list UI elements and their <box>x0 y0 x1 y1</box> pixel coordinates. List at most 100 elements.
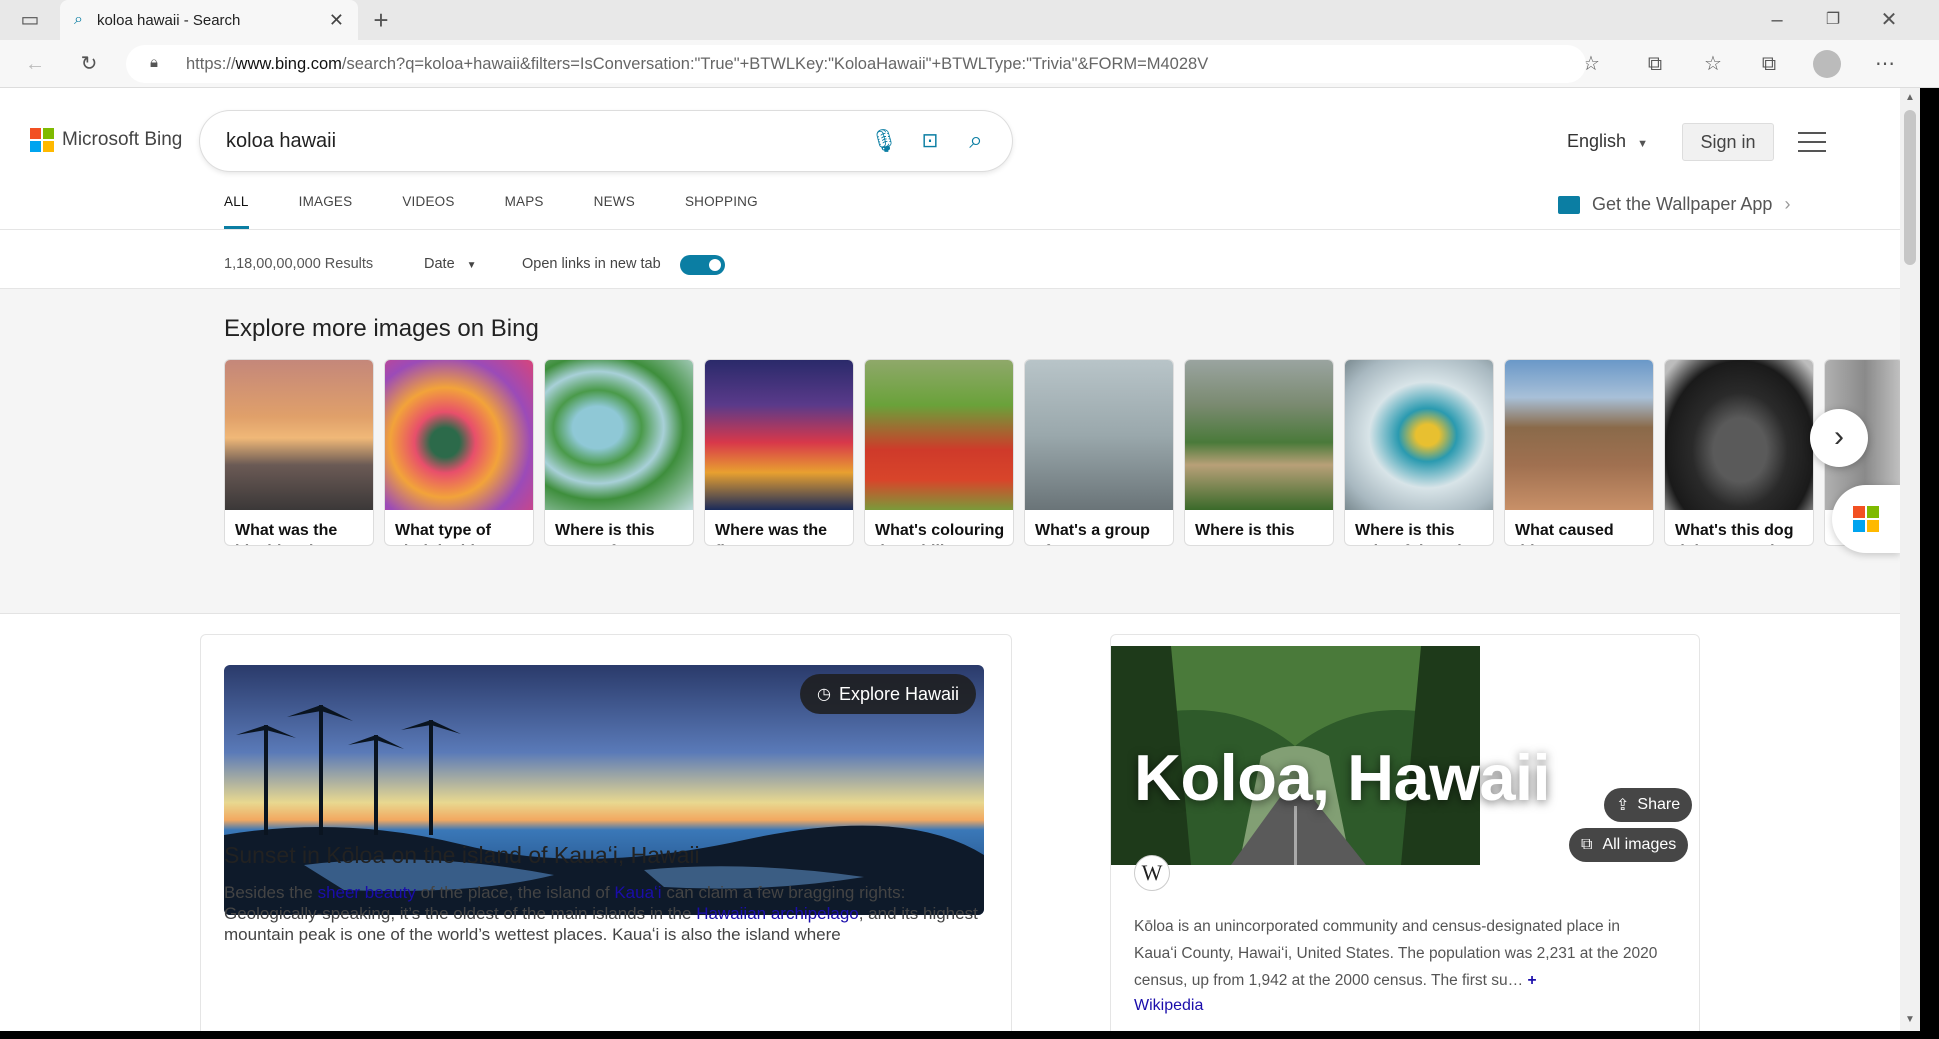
microsoft-start-button[interactable] <box>1832 485 1900 553</box>
image-card[interactable]: Where is this mangrove forest? <box>1184 359 1334 546</box>
profile-avatar[interactable] <box>1813 50 1841 78</box>
card-image <box>225 360 373 510</box>
lock-icon: 🔒︎ <box>150 54 158 71</box>
url-prefix: https:// <box>186 54 236 73</box>
microsoft-logo-icon <box>30 128 54 152</box>
chevron-right-icon: › <box>1784 194 1791 214</box>
back-icon[interactable]: ← <box>20 49 50 79</box>
url-field[interactable]: 🔒︎ https://www.bing.com/search?q=koloa+h… <box>126 45 1586 83</box>
explore-images-section: Explore more images on Bing What was the… <box>0 289 1900 614</box>
collections-icon[interactable]: ⧉ <box>1754 49 1784 79</box>
url-domain: www.bing.com <box>235 54 342 73</box>
tab-images[interactable]: IMAGES <box>299 194 353 229</box>
language-selector[interactable]: English ▼ <box>1567 131 1648 152</box>
expand-more-button[interactable]: + <box>1527 972 1536 989</box>
tab-maps[interactable]: MAPS <box>505 194 544 229</box>
scroll-down-icon[interactable]: ▼ <box>1905 1014 1915 1025</box>
search-query[interactable]: koloa hawaii <box>226 130 336 153</box>
wallpaper-app-icon <box>1558 195 1580 214</box>
search-scope-tabs: ALL IMAGES VIDEOS MAPS NEWS SHOPPING <box>224 194 808 229</box>
search-icon: ⌕ <box>74 11 83 28</box>
sign-in-button[interactable]: Sign in <box>1682 123 1774 161</box>
card-caption: What caused this crater? <box>1515 522 1614 545</box>
wikipedia-icon[interactable]: W <box>1134 855 1170 891</box>
card-image <box>865 360 1013 510</box>
wallpaper-app-link[interactable]: Get the Wallpaper App › <box>1558 194 1790 215</box>
card-image <box>1025 360 1173 510</box>
snippet-link[interactable]: Kauaʻi <box>614 883 661 902</box>
card-caption: Where is this colourful pool? <box>1355 522 1471 545</box>
open-new-tab-toggle[interactable] <box>680 255 725 275</box>
wallpaper-app-label: Get the Wallpaper App <box>1592 194 1773 214</box>
more-menu-icon[interactable]: ⋯ <box>1870 49 1900 79</box>
chevron-down-icon: ▼ <box>466 260 477 271</box>
bing-logo[interactable]: Microsoft Bing <box>30 128 182 152</box>
share-icon: ⇪ <box>1616 797 1630 814</box>
minimize-icon[interactable]: – <box>1762 5 1792 35</box>
section-title: Explore more images on Bing <box>224 315 539 342</box>
all-images-button[interactable]: ⧉ All images <box>1569 828 1689 862</box>
search-icon[interactable]: ⌕ <box>960 125 992 157</box>
knowledge-panel-title: Koloa, Hawaii <box>1134 741 1551 814</box>
card-image <box>1505 360 1653 510</box>
snippet-link[interactable]: sheer beauty <box>318 883 416 902</box>
share-button[interactable]: ⇪ Share <box>1604 788 1693 822</box>
logo-text: Microsoft Bing <box>62 129 183 150</box>
image-card[interactable]: Where was the first US state fair? <box>704 359 854 546</box>
card-image <box>545 360 693 510</box>
card-image <box>1345 360 1493 510</box>
new-tab-icon[interactable]: + <box>366 5 396 35</box>
snippet-link[interactable]: Hawaiian archipelago <box>696 904 859 923</box>
card-caption: Where was the first US state fair? <box>715 522 828 545</box>
result-title[interactable]: Sunset in Kōloa on the island of Kauaʻi,… <box>224 842 700 869</box>
favorites-icon[interactable]: ☆ <box>1698 49 1728 79</box>
tab-actions-icon[interactable]: ▭ <box>15 5 45 35</box>
microphone-icon[interactable]: 🎙︎ <box>868 125 900 157</box>
card-image <box>705 360 853 510</box>
card-caption: What's this dog doing at work? <box>1675 522 1794 545</box>
chevron-down-icon: ▼ <box>1637 138 1648 150</box>
restore-icon[interactable]: ❐ <box>1818 5 1848 35</box>
scroll-up-icon[interactable]: ▲ <box>1905 92 1915 103</box>
image-card[interactable]: What's a group of ravens called? <box>1024 359 1174 546</box>
refresh-icon[interactable]: ↻ <box>74 49 104 79</box>
browser-tab[interactable]: ⌕ koloa hawaii - Search ✕ <box>60 0 358 40</box>
image-card[interactable]: What type of cloth is this? <box>384 359 534 546</box>
open-new-tab-label: Open links in new tab <box>522 256 661 272</box>
close-tab-icon[interactable]: ✕ <box>329 10 344 31</box>
tab-news[interactable]: NEWS <box>594 194 635 229</box>
results-count: 1,18,00,00,000 Results <box>224 256 374 272</box>
explore-hawaii-button[interactable]: ◷ Explore Hawaii <box>800 674 976 714</box>
image-card[interactable]: What was the big 'blowdown' here? <box>224 359 374 546</box>
tab-videos[interactable]: VIDEOS <box>402 194 454 229</box>
tab-shopping[interactable]: SHOPPING <box>685 194 758 229</box>
page-scrollbar[interactable]: ▲ ▼ <box>1900 88 1920 1031</box>
image-card[interactable]: What's this dog doing at work? <box>1664 359 1814 546</box>
browser-tab-bar: ▭ ⌕ koloa hawaii - Search ✕ + – ❐ ✕ <box>0 0 1939 40</box>
knowledge-panel-description: Kōloa is an unincorporated community and… <box>1134 913 1664 994</box>
url-path: /search?q=koloa+hawaii&filters=IsConvers… <box>341 54 1209 73</box>
image-card[interactable]: What caused this crater? <box>1504 359 1654 546</box>
scrollbar-thumb[interactable] <box>1904 110 1916 265</box>
image-card[interactable]: Where is this colourful pool? <box>1344 359 1494 546</box>
compass-icon: ◷ <box>816 686 831 703</box>
snippet-text: Besides the <box>224 883 318 902</box>
wikipedia-source-link[interactable]: Wikipedia <box>1134 997 1203 1015</box>
carousel-next-button[interactable]: › <box>1810 409 1868 467</box>
hamburger-menu-icon[interactable] <box>1798 132 1826 154</box>
search-box[interactable]: koloa hawaii 🎙︎ ⊡ ⌕ <box>200 111 1012 171</box>
close-window-icon[interactable]: ✕ <box>1874 5 1904 35</box>
images-icon: ⧉ <box>1581 836 1593 853</box>
image-card[interactable]: Where is this watery forest? <box>544 359 694 546</box>
snippet-text: of the place, the island of <box>415 883 615 902</box>
explore-hawaii-label: Explore Hawaii <box>838 683 960 704</box>
tab-all[interactable]: ALL <box>224 194 249 229</box>
all-images-label: All images <box>1602 836 1677 853</box>
visual-search-icon[interactable]: ⊡ <box>914 125 946 157</box>
card-caption: What was the big 'blowdown' here? <box>235 522 349 545</box>
card-caption: Where is this watery forest? <box>555 522 664 545</box>
date-filter[interactable]: Date ▼ <box>424 256 477 272</box>
divider <box>0 229 1900 230</box>
extensions-icon[interactable]: ⧉ <box>1640 49 1670 79</box>
image-card[interactable]: What's colouring these hills? <box>864 359 1014 546</box>
